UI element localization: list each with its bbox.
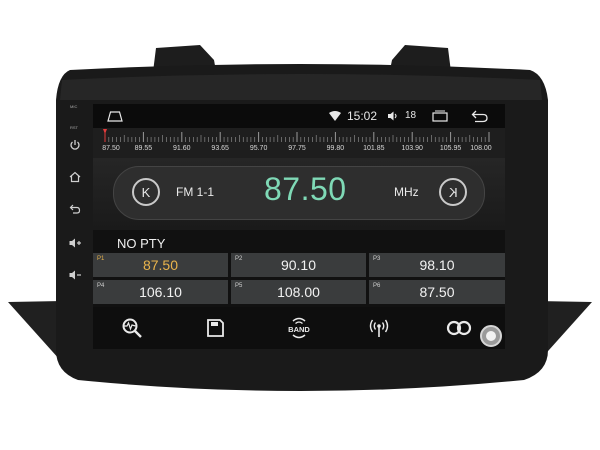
tuner-panel: K FM 1-1 87.50 MHz K [93,158,505,230]
scale-label: 97.75 [288,145,306,152]
preset-frequency: 90.10 [280,257,317,273]
preset-p2[interactable]: P2 90.10 [231,253,366,277]
seek-next-button[interactable]: K [439,178,467,206]
save-icon [207,319,224,337]
stereo-button[interactable] [445,315,473,341]
scale-label: 103.90 [401,145,423,152]
search-scan-icon [122,318,142,338]
volume-down-button[interactable] [68,268,82,282]
volume-down-icon [69,270,81,280]
status-bar: 15:02 18 [93,104,505,128]
assistive-touch-dot [486,331,496,341]
current-frequency: 87.50 [264,171,347,207]
volume-up-icon [69,238,81,248]
preset-grid: P1 87.50 P2 90.10 P3 98.10 P4 106.10 P5 … [93,253,505,305]
preset-frequency: 87.50 [142,257,179,273]
band-button[interactable]: BAND [283,315,315,341]
scan-button[interactable] [119,315,147,341]
preset-p1[interactable]: P1 87.50 [93,253,228,277]
clock: 15:02 [347,109,378,123]
rst-label: RST [70,125,78,130]
scale-label: 99.80 [326,145,345,152]
scale-label: 87.50 [102,145,120,152]
radio-screen: 15:02 18 87.50 89.55 91.60 93.65 95.70 97.75 9… [93,104,505,349]
scale-label: 89.55 [134,145,153,152]
preset-frequency: 106.10 [139,284,182,300]
home-button[interactable] [68,170,82,184]
wifi-icon [329,111,341,121]
stereo-icon [446,320,472,336]
power-button[interactable] [68,138,82,152]
back-icon [69,204,81,214]
preset-frequency: 87.50 [419,284,455,300]
band-text: BAND [288,325,310,334]
preset-p6[interactable]: P6 87.50 [369,280,505,304]
seek-prev-icon: K [141,184,151,200]
seek-prev-button[interactable]: K [132,178,160,206]
recent-apps-icon [432,110,448,122]
band-label: FM 1-1 [176,185,215,199]
pty-status: NO PTY [117,236,166,251]
tuner-display: K FM 1-1 87.50 MHz K [113,166,485,220]
scale-label: 105.95 [439,145,462,152]
scale-label: 93.65 [211,145,229,152]
volume-up-button[interactable] [68,236,82,250]
mic-label: MIC [70,104,78,109]
recent-apps-button[interactable] [431,110,449,122]
return-button[interactable] [471,109,489,123]
preset-frequency: 108.00 [277,284,320,300]
home-icon [69,171,81,183]
home-nav-button[interactable] [107,110,123,122]
assistive-touch-button[interactable] [480,325,502,347]
save-button[interactable] [201,315,229,341]
return-icon [471,110,488,123]
volume-icon [387,110,399,122]
preset-p4[interactable]: P4 106.10 [93,280,228,304]
power-icon [70,140,80,150]
scale-label: 108.00 [470,145,492,152]
scale-label: 91.60 [173,145,191,152]
radio-toolbar: BAND [93,307,505,349]
scale-label: 101.85 [363,145,385,152]
preset-p3[interactable]: P3 98.10 [369,253,505,277]
antenna-button[interactable] [365,315,393,341]
back-button[interactable] [68,202,82,216]
home-outline-icon [107,111,123,122]
preset-frequency: 98.10 [419,257,455,273]
antenna-icon [369,319,389,337]
frequency-scale[interactable]: 87.50 89.55 91.60 93.65 95.70 97.75 99.80 101.8… [93,128,505,158]
scale-ticks [103,129,490,142]
frequency-unit: MHz [394,185,419,199]
band-icon: BAND [288,317,310,339]
seek-next-icon: K [448,184,458,200]
volume-level: 18 [405,110,417,121]
preset-p5[interactable]: P5 108.00 [231,280,366,304]
scale-label: 95.70 [249,145,268,152]
